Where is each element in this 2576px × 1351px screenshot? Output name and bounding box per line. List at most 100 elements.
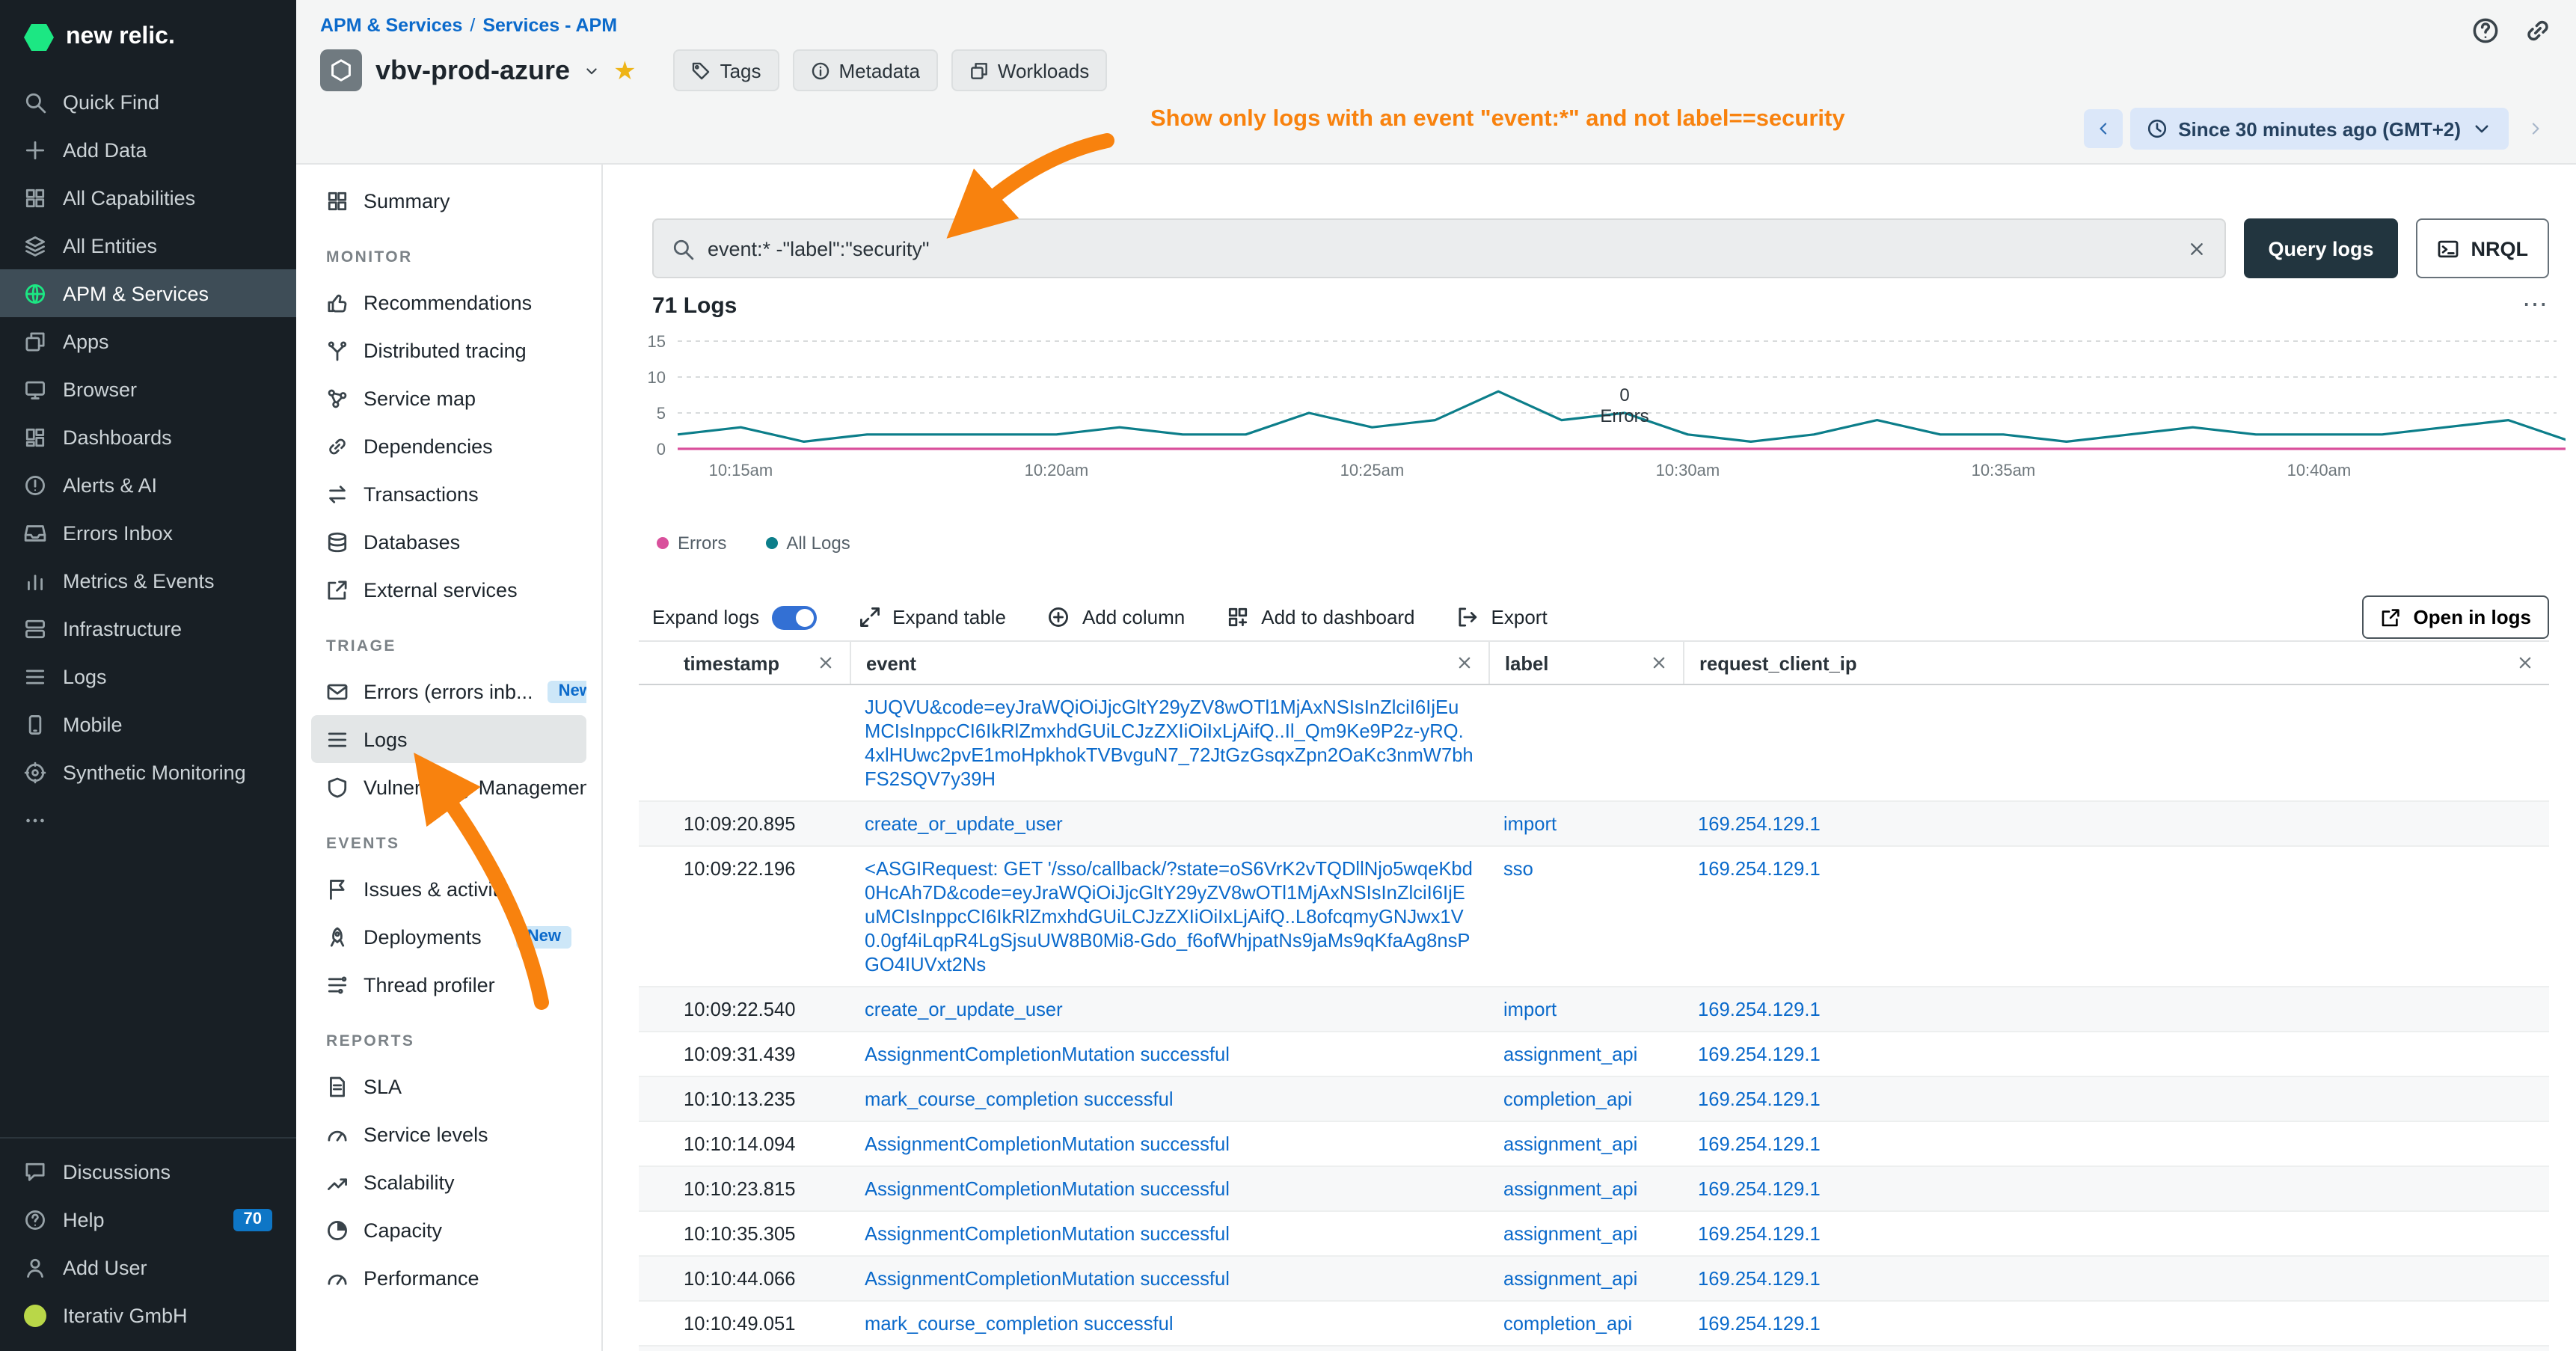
column-header-timestamp[interactable]: timestamp: [669, 642, 850, 684]
menu-item-transactions[interactable]: Transactions: [311, 470, 586, 518]
ip-link[interactable]: 169.254.129.1: [1698, 857, 1821, 880]
event-link[interactable]: AssignmentCompletionMutation successful: [865, 1222, 1230, 1245]
sidebar-item-browser[interactable]: Browser: [0, 365, 296, 413]
workloads-chip[interactable]: Workloads: [951, 49, 1107, 91]
menu-item-distributed-tracing[interactable]: Distributed tracing: [311, 326, 586, 374]
remove-column-icon[interactable]: [1650, 654, 1668, 672]
menu-item-sla[interactable]: SLA: [311, 1062, 586, 1110]
label-link[interactable]: assignment_api: [1503, 1267, 1637, 1290]
legend-item-all-logs[interactable]: All Logs: [765, 533, 850, 554]
sidebar-item-account[interactable]: Iterativ GmbH: [0, 1291, 296, 1339]
sidebar-item-dashboards[interactable]: Dashboards: [0, 413, 296, 461]
export-button[interactable]: Export: [1457, 606, 1548, 628]
menu-item-service-levels[interactable]: Service levels: [311, 1110, 586, 1158]
label-link[interactable]: import: [1503, 812, 1557, 835]
menu-item-recommendations[interactable]: Recommendations: [311, 278, 586, 326]
sidebar-item-alerts-ai[interactable]: Alerts & AI: [0, 461, 296, 509]
label-link[interactable]: completion_api: [1503, 1088, 1632, 1110]
sidebar-item-add-data[interactable]: Add Data: [0, 126, 296, 174]
event-link[interactable]: mark_course_completion successful: [865, 1088, 1174, 1110]
new-relic-logo[interactable]: new relic.: [0, 0, 296, 78]
ip-link[interactable]: 169.254.129.1: [1698, 1133, 1821, 1155]
menu-item-databases[interactable]: Databases: [311, 518, 586, 566]
table-row[interactable]: 10:09:20.895create_or_update_userimport1…: [639, 802, 2549, 847]
expand-table-button[interactable]: Expand table: [858, 606, 1006, 628]
sidebar-item-synthetic-monitoring[interactable]: Synthetic Monitoring: [0, 748, 296, 796]
remove-column-icon[interactable]: [1456, 654, 1473, 672]
label-link[interactable]: import: [1503, 998, 1557, 1020]
log-query-input[interactable]: [708, 237, 2174, 260]
menu-item-thread-profiler[interactable]: Thread profiler: [311, 961, 586, 1008]
table-row[interactable]: 10:09:31.439AssignmentCompletionMutation…: [639, 1032, 2549, 1077]
metadata-chip[interactable]: Metadata: [793, 49, 938, 91]
ip-link[interactable]: 169.254.129.1: [1698, 1312, 1821, 1335]
time-picker[interactable]: Since 30 minutes ago (GMT+2): [2130, 108, 2509, 150]
event-link[interactable]: AssignmentCompletionMutation successful: [865, 1133, 1230, 1155]
tags-chip[interactable]: Tags: [674, 49, 779, 91]
sidebar-item-apm-services[interactable]: APM & Services: [0, 269, 296, 317]
table-row[interactable]: 10:10:13.235mark_course_completion succe…: [639, 1077, 2549, 1122]
add-to-dashboard-button[interactable]: Add to dashboard: [1227, 606, 1414, 628]
permalink-icon[interactable]: [2524, 16, 2552, 45]
help-icon[interactable]: [2471, 16, 2500, 45]
menu-item-dependencies[interactable]: Dependencies: [311, 422, 586, 470]
menu-item-capacity[interactable]: Capacity: [311, 1206, 586, 1254]
sidebar-item-all-capabilities[interactable]: All Capabilities: [0, 174, 296, 221]
menu-item-service-map[interactable]: Service map: [311, 374, 586, 422]
table-row[interactable]: 10:09:22.540create_or_update_userimport1…: [639, 987, 2549, 1032]
label-link[interactable]: completion_api: [1503, 1312, 1632, 1335]
label-link[interactable]: assignment_api: [1503, 1133, 1637, 1155]
label-link[interactable]: assignment_api: [1503, 1222, 1637, 1245]
sidebar-item-infrastructure[interactable]: Infrastructure: [0, 604, 296, 652]
label-link[interactable]: sso: [1503, 857, 1533, 880]
table-row[interactable]: 10:10:14.094AssignmentCompletionMutation…: [639, 1122, 2549, 1167]
open-in-logs-button[interactable]: Open in logs: [2363, 595, 2549, 639]
ip-link[interactable]: 169.254.129.1: [1698, 1043, 1821, 1065]
more-options-icon[interactable]: ⋯: [2522, 290, 2549, 320]
column-header-event[interactable]: event: [850, 642, 1488, 684]
menu-item-external-services[interactable]: External services: [311, 566, 586, 613]
favorite-star-icon[interactable]: ★: [613, 58, 637, 83]
ip-link[interactable]: 169.254.129.1: [1698, 998, 1821, 1020]
event-link[interactable]: AssignmentCompletionMutation successful: [865, 1267, 1230, 1290]
legend-item-errors[interactable]: Errors: [657, 533, 726, 554]
sidebar-item-errors-inbox[interactable]: Errors Inbox: [0, 509, 296, 557]
event-link[interactable]: mark_course_completion successful: [865, 1312, 1174, 1335]
add-column-button[interactable]: Add column: [1048, 606, 1185, 628]
menu-item-vulnerability-management[interactable]: Vulnerability Management: [311, 763, 586, 811]
entity-chevron-down-icon[interactable]: [583, 62, 600, 79]
ip-link[interactable]: 169.254.129.1: [1698, 1222, 1821, 1245]
ip-link[interactable]: 169.254.129.1: [1698, 1177, 1821, 1200]
event-link[interactable]: AssignmentCompletionMutation successful: [865, 1043, 1230, 1065]
menu-item-summary[interactable]: Summary: [311, 177, 586, 224]
sidebar-item-add-user[interactable]: Add User: [0, 1243, 296, 1291]
clear-query-icon[interactable]: [2187, 239, 2207, 258]
event-link[interactable]: JUQVU&code=eyJraWQiOiJjcGltY29yZV8wOTl1M…: [865, 696, 1473, 790]
event-link[interactable]: <ASGIRequest: GET '/sso/callback/?state=…: [865, 857, 1473, 975]
table-row[interactable]: 10:11:00.311AssignmentCompletionMutation…: [639, 1347, 2549, 1351]
expand-logs-toggle[interactable]: [771, 605, 816, 629]
menu-item-errors-inbox[interactable]: Errors (errors inb...New: [311, 667, 586, 715]
sidebar-item-apps[interactable]: Apps: [0, 317, 296, 365]
nrql-button[interactable]: NRQL: [2416, 218, 2550, 278]
sidebar-item-discussions[interactable]: Discussions: [0, 1148, 296, 1195]
table-row[interactable]: 10:10:49.051mark_course_completion succe…: [639, 1302, 2549, 1347]
ip-link[interactable]: 169.254.129.1: [1698, 812, 1821, 835]
sidebar-item-metrics-events[interactable]: Metrics & Events: [0, 557, 296, 604]
menu-item-performance[interactable]: Performance: [311, 1254, 586, 1302]
sidebar-item-all-entities[interactable]: All Entities: [0, 221, 296, 269]
event-link[interactable]: create_or_update_user: [865, 998, 1063, 1020]
column-header-label[interactable]: label: [1488, 642, 1683, 684]
menu-item-issues-activity[interactable]: Issues & activity: [311, 865, 586, 913]
menu-item-deployments[interactable]: DeploymentsNew: [311, 913, 586, 961]
breadcrumb-link-apm-services[interactable]: APM & Services: [320, 15, 462, 36]
sidebar-item-mobile[interactable]: Mobile: [0, 700, 296, 748]
column-header-request-client-ip[interactable]: request_client_ip: [1683, 642, 2549, 684]
menu-item-scalability[interactable]: Scalability: [311, 1158, 586, 1206]
sidebar-item-logs[interactable]: Logs: [0, 652, 296, 700]
table-row[interactable]: 10:10:35.305AssignmentCompletionMutation…: [639, 1212, 2549, 1257]
menu-item-logs[interactable]: Logs: [311, 715, 586, 763]
table-row[interactable]: 10:10:23.815AssignmentCompletionMutation…: [639, 1167, 2549, 1212]
label-link[interactable]: assignment_api: [1503, 1177, 1637, 1200]
sidebar-item-quick-find[interactable]: Quick Find: [0, 78, 296, 126]
